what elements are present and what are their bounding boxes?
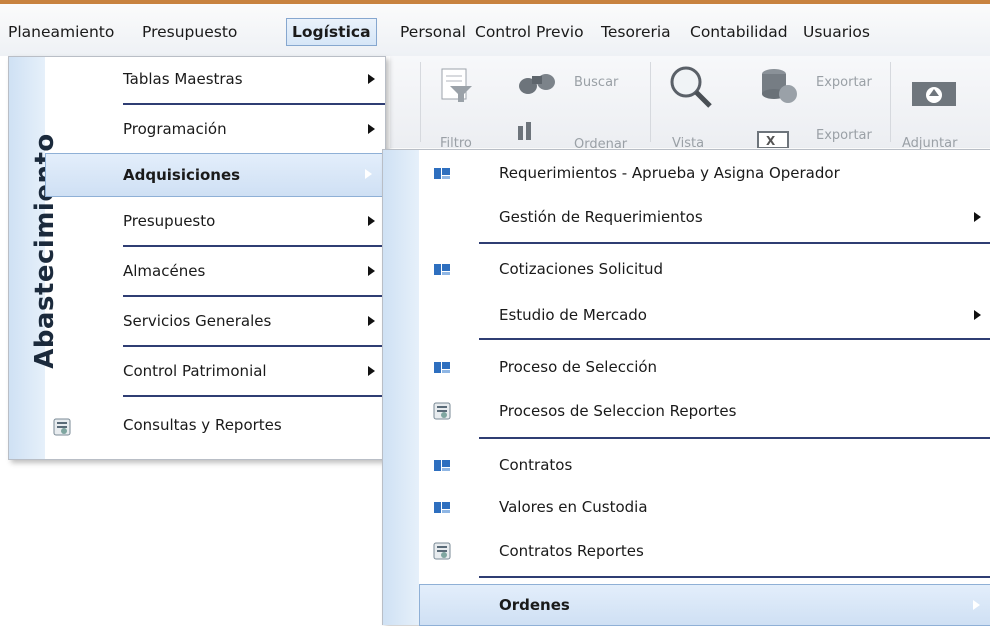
menu-item-almacenes[interactable]: Almacénes [45, 249, 385, 293]
menu-item-presupuesto[interactable]: Presupuesto [45, 199, 385, 243]
main-menubar: Planeamiento Presupuesto Logística Perso… [0, 4, 990, 56]
report-icon [433, 402, 451, 420]
menu-separator [479, 576, 990, 578]
menu-logistica[interactable]: Logística [286, 18, 377, 46]
menu-item-label: Tablas Maestras [123, 70, 243, 88]
magnifier-icon[interactable] [666, 62, 716, 112]
submenu-arrow-icon [368, 124, 375, 134]
submenu-arrow-icon [368, 216, 375, 226]
sort-icon[interactable] [516, 122, 540, 140]
menu-item-label: Estudio de Mercado [499, 306, 647, 324]
submenu-arrow-icon [368, 74, 375, 84]
exportar-label-2[interactable]: Exportar [816, 128, 872, 143]
menu-separator [479, 338, 990, 340]
submenu-item-ordenes[interactable]: Ordenes [419, 584, 990, 626]
submenu-arrow-icon [365, 169, 372, 179]
form-icon [434, 502, 450, 513]
menu-item-label: Almacénes [123, 262, 206, 280]
submenu-item-requerimientos[interactable]: Requerimientos - Aprueba y Asigna Operad… [419, 152, 990, 194]
menu-separator [123, 395, 385, 397]
submenu-item-cotizaciones[interactable]: Cotizaciones Solicitud [419, 248, 990, 290]
database-export-icon[interactable] [758, 66, 800, 106]
filter-icon[interactable] [436, 66, 476, 106]
submenu-arrow-icon [973, 600, 980, 610]
submenu-arrow-icon [368, 266, 375, 276]
submenu-item-valores-custodia[interactable]: Valores en Custodia [419, 486, 990, 528]
logistica-dropdown: Abastecimiento Tablas Maestras Programac… [8, 56, 386, 460]
menu-control-previo[interactable]: Control Previo [470, 18, 589, 46]
menu-item-adquisiciones[interactable]: Adquisiciones [45, 153, 383, 197]
menu-separator [123, 295, 385, 297]
menu-item-programacion[interactable]: Programación [45, 107, 385, 151]
menu-item-tablas-maestras[interactable]: Tablas Maestras [45, 57, 385, 101]
menu-item-label: Servicios Generales [123, 312, 272, 330]
menu-item-servicios-generales[interactable]: Servicios Generales [45, 299, 385, 343]
report-icon [53, 418, 71, 436]
form-icon [434, 168, 450, 179]
excel-icon[interactable]: X [756, 130, 790, 148]
menu-item-label: Proceso de Selección [499, 358, 658, 376]
exportar-label-1[interactable]: Exportar [816, 75, 872, 90]
menu-item-control-patrimonial[interactable]: Control Patrimonial [45, 349, 385, 393]
submenu-side-band [383, 150, 419, 625]
ribbon-separator [420, 62, 421, 142]
menu-item-label: Procesos de Seleccion Reportes [499, 402, 737, 420]
report-icon [433, 542, 451, 560]
form-icon [434, 460, 450, 471]
form-icon [434, 264, 450, 275]
menu-item-label: Gestión de Requerimientos [499, 208, 703, 226]
menu-contabilidad[interactable]: Contabilidad [685, 18, 793, 46]
upload-folder-icon[interactable] [910, 78, 958, 108]
form-icon [434, 362, 450, 373]
submenu-item-contratos-reportes[interactable]: Contratos Reportes [419, 530, 990, 572]
menu-presupuesto[interactable]: Presupuesto [137, 18, 242, 46]
menu-item-label: Contratos [499, 456, 573, 474]
menu-item-label: Cotizaciones Solicitud [499, 260, 664, 278]
menu-separator [123, 103, 385, 105]
ribbon-toolbar: Buscar Exportar Filtro Ordenar Vista X E… [390, 56, 990, 152]
menu-item-label: Valores en Custodia [499, 498, 648, 516]
menu-item-label: Consultas y Reportes [123, 416, 282, 434]
menu-item-label: Ordenes [499, 596, 570, 614]
svg-text:X: X [766, 134, 776, 148]
submenu-arrow-icon [368, 366, 375, 376]
menu-item-label: Adquisiciones [123, 166, 241, 184]
submenu-arrow-icon [974, 310, 981, 320]
submenu-item-estudio-mercado[interactable]: Estudio de Mercado [419, 294, 990, 336]
ribbon-separator [890, 62, 891, 142]
ribbon-separator [650, 62, 651, 142]
submenu-arrow-icon [368, 316, 375, 326]
menu-item-label: Programación [123, 120, 227, 138]
menu-item-label: Control Patrimonial [123, 362, 267, 380]
submenu-item-proceso-seleccion[interactable]: Proceso de Selección [419, 346, 990, 388]
menu-separator [123, 245, 385, 247]
menu-item-label: Requerimientos - Aprueba y Asigna Operad… [499, 164, 840, 182]
submenu-item-gestion-requerimientos[interactable]: Gestión de Requerimientos [419, 196, 990, 238]
submenu-item-contratos[interactable]: Contratos [419, 444, 990, 486]
menu-usuarios[interactable]: Usuarios [798, 18, 875, 46]
adquisiciones-submenu: Requerimientos - Aprueba y Asigna Operad… [382, 149, 990, 626]
binoculars-icon[interactable] [516, 66, 560, 98]
menu-separator [479, 242, 990, 244]
menu-planeamiento[interactable]: Planeamiento [3, 18, 119, 46]
menu-personal[interactable]: Personal [395, 18, 471, 46]
menu-item-label: Contratos Reportes [499, 542, 644, 560]
submenu-item-procesos-reportes[interactable]: Procesos de Seleccion Reportes [419, 390, 990, 432]
menu-separator [123, 345, 385, 347]
menu-separator [479, 437, 990, 439]
submenu-arrow-icon [974, 212, 981, 222]
menu-item-label: Presupuesto [123, 212, 216, 230]
buscar-label[interactable]: Buscar [574, 75, 618, 90]
menu-item-consultas-reportes[interactable]: Consultas y Reportes [45, 403, 385, 447]
menu-side-band: Abastecimiento [9, 57, 60, 459]
menu-tesoreria[interactable]: Tesoreria [596, 18, 676, 46]
